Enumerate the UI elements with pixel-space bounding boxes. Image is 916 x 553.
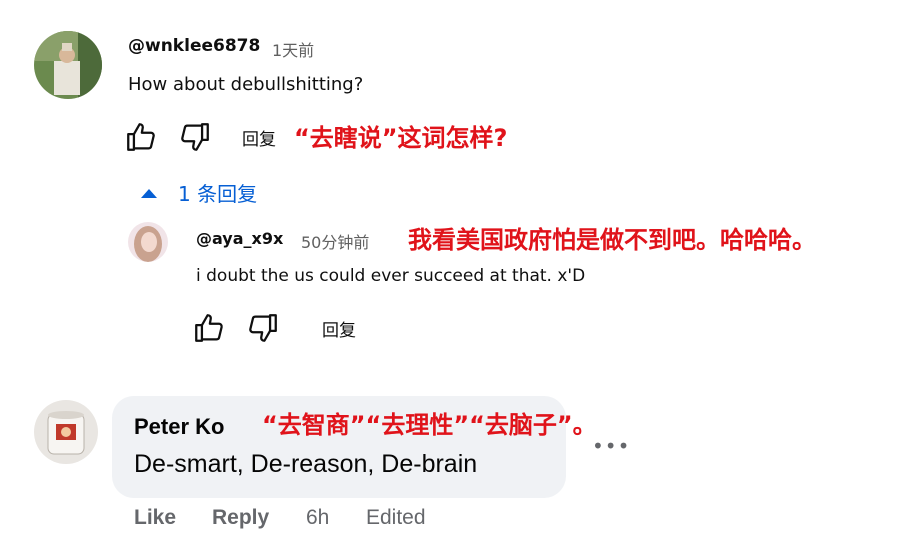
like-button[interactable] bbox=[192, 311, 226, 345]
reply-link[interactable]: Reply bbox=[212, 506, 269, 530]
avatar-aya-x9x[interactable] bbox=[128, 222, 168, 262]
comment-author-name[interactable]: Peter Ko bbox=[134, 414, 224, 440]
comment-author-handle[interactable]: @wnklee6878 bbox=[128, 36, 260, 56]
avatar-peter-ko[interactable] bbox=[34, 400, 98, 464]
translation-annotation: “去智商”“去理性”“去脑子”。 bbox=[262, 411, 597, 439]
replies-count-label: 1 条回复 bbox=[178, 182, 258, 206]
comment-timestamp[interactable]: 1天前 bbox=[272, 37, 314, 61]
thumbs-down-icon bbox=[249, 314, 277, 342]
reply-timestamp[interactable]: 50分钟前 bbox=[301, 229, 369, 253]
more-options-icon[interactable]: ••• bbox=[592, 434, 630, 458]
comment-text: How about debullshitting? bbox=[128, 74, 364, 95]
dislike-button[interactable] bbox=[178, 120, 212, 154]
like-link[interactable]: Like bbox=[134, 506, 176, 530]
edited-label[interactable]: Edited bbox=[366, 506, 426, 530]
comment-text: De-smart, De-reason, De-brain bbox=[134, 450, 478, 478]
translation-annotation: “去瞎说”这词怎样? bbox=[294, 124, 508, 152]
like-button[interactable] bbox=[124, 120, 158, 154]
reply-text: i doubt the us could ever succeed at tha… bbox=[196, 266, 586, 286]
caret-up-icon bbox=[141, 189, 157, 198]
reply-author-handle[interactable]: @aya_x9x bbox=[196, 229, 283, 248]
translation-annotation: 我看美国政府怕是做不到吧。哈哈哈。 bbox=[408, 226, 816, 254]
reply-button[interactable]: 回复 bbox=[242, 125, 276, 150]
reply-button[interactable]: 回复 bbox=[322, 316, 356, 341]
thumbs-up-icon bbox=[195, 314, 223, 342]
dislike-button[interactable] bbox=[246, 311, 280, 345]
thumbs-up-icon bbox=[127, 123, 155, 151]
comment-timestamp[interactable]: 6h bbox=[306, 506, 329, 530]
avatar-wnklee6878[interactable] bbox=[34, 31, 102, 99]
thumbs-down-icon bbox=[181, 123, 209, 151]
